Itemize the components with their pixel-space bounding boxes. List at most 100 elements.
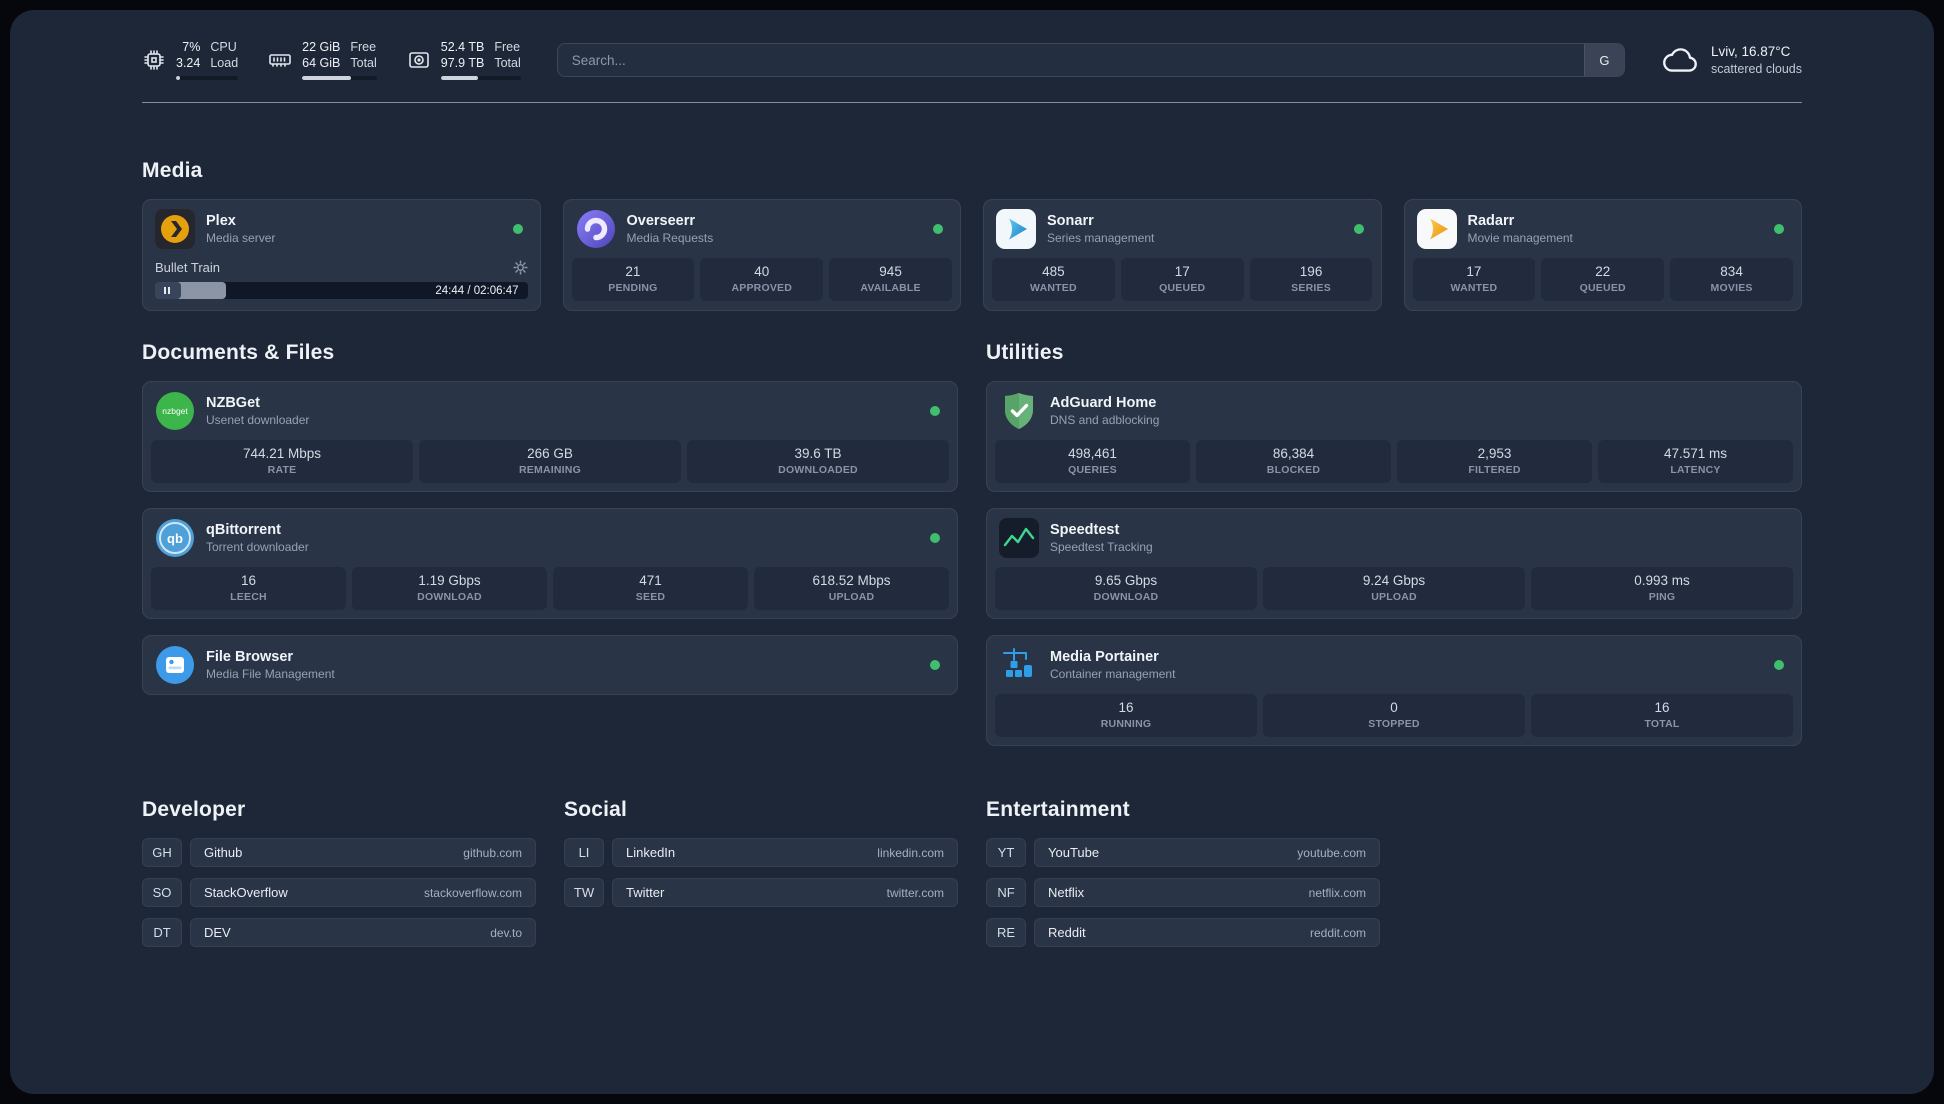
service-card-overseerr[interactable]: Overseerr Media Requests 21 PENDING 40 APP… <box>562 199 961 312</box>
status-dot <box>930 660 940 671</box>
settings-gear-icon[interactable] <box>512 260 528 275</box>
bookmark-youtube[interactable]: YT YouTube youtube.com <box>986 838 1380 868</box>
service-card-qbittorrent[interactable]: qb qBittorrent Torrent downloader 16 LEE… <box>142 508 958 620</box>
service-description: Movie management <box>1467 231 1573 246</box>
service-name: Radarr <box>1467 213 1515 230</box>
service-card-nzbget[interactable]: nzbget NZBGet Usenet downloader 744.21 M… <box>142 381 958 493</box>
plex-now-playing-widget: Bullet Train 24:44 / 02:06:47 <box>143 258 540 310</box>
bookmark-name: Netflix <box>1048 885 1085 901</box>
search-provider-button[interactable]: G <box>1583 44 1624 77</box>
bookmark-linkedin[interactable]: LI LinkedIn linkedin.com <box>564 838 958 868</box>
disk-total-value: 97.9 TB <box>440 55 485 70</box>
bookmark-reddit[interactable]: RE Reddit reddit.com <box>986 918 1380 948</box>
bookmark-name: DEV <box>204 925 231 941</box>
status-dot <box>933 224 943 235</box>
speedtest-icon <box>999 518 1039 559</box>
cpu-icon <box>144 50 164 70</box>
disk-widget: 52.4 TB 97.9 TB Free Total <box>407 40 521 81</box>
service-description: Media Requests <box>626 231 714 246</box>
service-description: DNS and adblocking <box>1050 413 1160 428</box>
service-card-speedtest[interactable]: Speedtest Speedtest Tracking 9.65 Gbps DO… <box>986 508 1802 620</box>
service-card-plex[interactable]: Plex Media server Bullet Train 24:44 / 0… <box>142 199 541 312</box>
stat-queued: 22 QUEUED <box>1541 258 1665 302</box>
stat-downloaded: 39.6 TB DOWNLOADED <box>687 440 949 484</box>
service-description: Series management <box>1047 231 1155 246</box>
bookmark-github[interactable]: GH Github github.com <box>142 838 536 868</box>
bookmark-dev[interactable]: DT DEV dev.to <box>142 918 536 948</box>
topbar-divider <box>142 102 1802 104</box>
cpu-load-label: Load <box>210 55 239 70</box>
service-card-portainer[interactable]: Media Portainer Container management 16 R… <box>986 635 1802 747</box>
bookmark-group-developer: Developer GH Github github.com SO StackO… <box>142 798 536 958</box>
service-description: Speedtest Tracking <box>1050 540 1153 555</box>
pause-button[interactable] <box>155 282 181 300</box>
service-card-filebrowser[interactable]: File Browser Media File Management <box>142 635 958 696</box>
service-name: NZBGet <box>206 395 260 412</box>
service-card-sonarr[interactable]: Sonarr Series management 485 WANTED 17 QUE… <box>983 199 1382 312</box>
section-title-media: Media <box>142 159 203 183</box>
memory-free-label: Free <box>350 40 377 54</box>
adguard-icon <box>999 391 1039 431</box>
service-description: Torrent downloader <box>206 540 309 555</box>
stat-movies: 834 MOVIES <box>1670 258 1793 302</box>
bookmark-netflix[interactable]: NF Netflix netflix.com <box>986 878 1380 908</box>
service-name: qBittorrent <box>206 522 281 539</box>
bookmark-url: twitter.com <box>886 885 944 900</box>
topbar: 7% 3.24 CPU Load 22 GiB 64 GiB Free Tota… <box>142 40 1802 81</box>
playback-progress-bar[interactable]: 24:44 / 02:06:47 <box>155 282 528 300</box>
nzbget-icon: nzbget <box>155 391 195 431</box>
cpu-progress-bar <box>176 76 239 81</box>
stat-download: 9.65 Gbps DOWNLOAD <box>995 567 1257 611</box>
service-card-radarr[interactable]: Radarr Movie management 17 WANTED 22 QUEUE… <box>1403 199 1802 312</box>
service-description: Container management <box>1050 667 1176 682</box>
stat-available: 945 AVAILABLE <box>829 258 952 302</box>
bookmark-abbr: SO <box>142 878 182 908</box>
service-description: Media File Management <box>206 667 335 682</box>
portainer-icon <box>999 645 1039 685</box>
bookmark-stackoverflow[interactable]: SO StackOverflow stackoverflow.com <box>142 878 536 908</box>
bookmark-name: Reddit <box>1048 925 1086 941</box>
service-card-adguard[interactable]: AdGuard Home DNS and adblocking 498,461 Q… <box>986 381 1802 493</box>
disk-total-label: Total <box>494 55 521 70</box>
sonarr-icon <box>996 209 1036 250</box>
bookmark-url: youtube.com <box>1297 845 1366 860</box>
svg-text:qb: qb <box>167 531 183 546</box>
service-name: Media Portainer <box>1050 649 1159 666</box>
disk-icon <box>408 52 429 68</box>
bookmark-twitter[interactable]: TW Twitter twitter.com <box>564 878 958 908</box>
bookmark-abbr: NF <box>986 878 1026 908</box>
service-name: Overseerr <box>626 213 696 230</box>
cloud-icon <box>1663 48 1697 72</box>
status-dot <box>930 406 940 417</box>
bookmark-group-social: Social LI LinkedIn linkedin.com TW Twitt… <box>564 798 958 958</box>
playback-time: 24:44 / 02:06:47 <box>435 284 519 297</box>
section-title-documents: Documents & Files <box>142 341 335 365</box>
section-title-entertainment: Entertainment <box>986 798 1130 822</box>
service-name: File Browser <box>206 649 294 666</box>
search-bar: G <box>556 43 1625 78</box>
disk-free-label: Free <box>494 40 521 54</box>
status-dot <box>1774 660 1784 671</box>
bookmark-url: reddit.com <box>1309 925 1366 940</box>
stat-ping: 0.993 ms PING <box>1531 567 1793 611</box>
bookmark-name: Twitter <box>626 885 665 901</box>
stat-download: 1.19 Gbps DOWNLOAD <box>352 567 547 611</box>
dashboard: 7% 3.24 CPU Load 22 GiB 64 GiB Free Tota… <box>10 10 1934 1094</box>
service-description: Media server <box>206 231 276 246</box>
section-title-utilities: Utilities <box>986 341 1064 365</box>
stat-queries: 498,461 QUERIES <box>995 440 1190 484</box>
bookmark-name: LinkedIn <box>626 845 676 861</box>
svg-text:nzbget: nzbget <box>162 406 188 416</box>
service-name: AdGuard Home <box>1050 395 1157 412</box>
stat-blocked: 86,384 BLOCKED <box>1196 440 1391 484</box>
search-input[interactable] <box>557 44 1584 77</box>
bookmark-url: stackoverflow.com <box>423 885 522 900</box>
bookmark-abbr: RE <box>986 918 1026 948</box>
service-name: Sonarr <box>1047 213 1094 230</box>
radarr-icon <box>1416 209 1457 250</box>
service-name: Speedtest <box>1050 522 1120 539</box>
cpu-usage-label: CPU <box>210 40 237 54</box>
memory-widget: 22 GiB 64 GiB Free Total <box>268 40 377 81</box>
memory-progress-bar <box>302 76 377 81</box>
memory-icon <box>269 54 291 67</box>
